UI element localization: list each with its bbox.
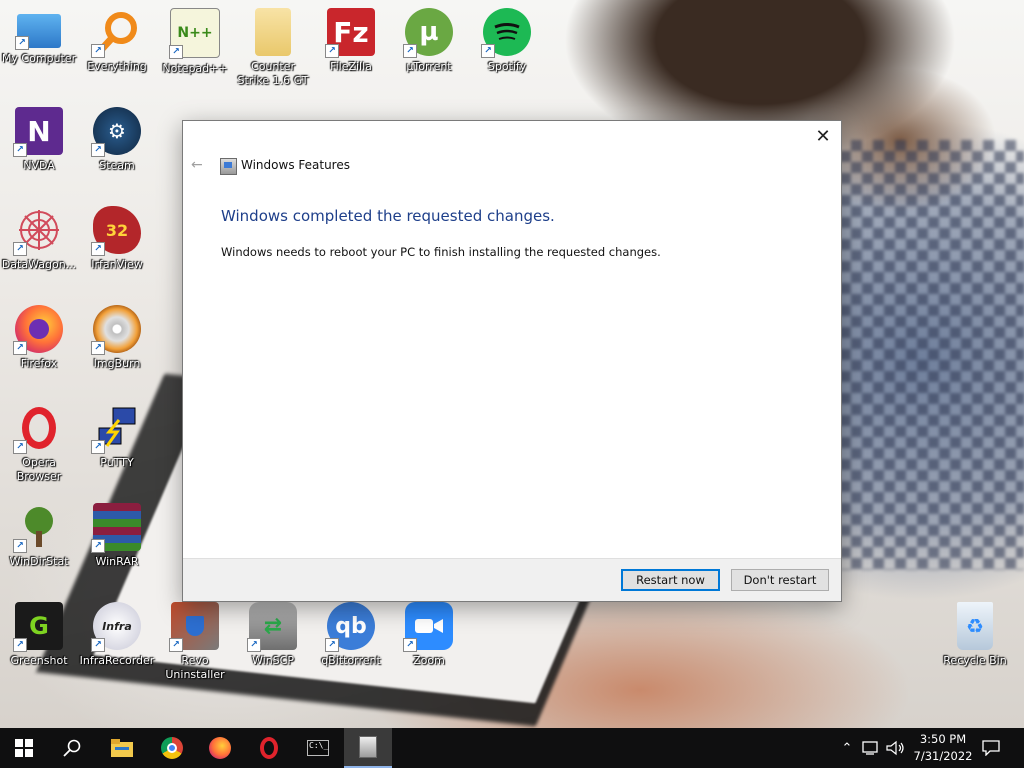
firefox-icon: [209, 737, 231, 759]
desktop-icon-everything[interactable]: ↗ Everything: [78, 8, 156, 74]
desktop-icon-windirstat[interactable]: ↗ WinDirStat: [0, 503, 78, 569]
volume-icon[interactable]: [886, 740, 906, 756]
restart-now-button[interactable]: Restart now: [621, 569, 720, 591]
network-icon[interactable]: [862, 740, 880, 756]
winrar-icon: ↗: [91, 503, 141, 553]
dialog-footer: Restart now Don't restart: [183, 558, 841, 601]
taskbar-windows-features[interactable]: [344, 728, 392, 768]
taskbar-chrome[interactable]: [148, 728, 196, 768]
qbittorrent-icon: qb ↗: [325, 602, 375, 652]
desktop-icon-recycle-bin[interactable]: ♻ Recycle Bin: [936, 602, 1014, 668]
utorrent-icon: µ ↗: [403, 8, 453, 58]
spotify-icon: ↗: [481, 8, 531, 58]
tree-icon: ↗: [13, 503, 63, 553]
desktop-icon-putty[interactable]: ↗ PuTTY: [78, 404, 156, 470]
desktop-icon-qbittorrent[interactable]: qb ↗ qBittorrent: [312, 602, 390, 668]
chrome-icon: [161, 737, 183, 759]
action-center-button[interactable]: [968, 728, 1014, 768]
desktop-icon-irfanview[interactable]: 32 ↗ IrfanView: [78, 206, 156, 272]
search-icon: [63, 739, 81, 757]
dialog-heading: Windows completed the requested changes.: [221, 207, 555, 225]
close-button[interactable]: ✕: [813, 127, 833, 147]
greenshot-icon: G ↗: [13, 602, 63, 652]
magnifier-icon: ↗: [91, 8, 141, 58]
notepad-icon: N++ ↗: [169, 8, 220, 59]
desktop-icon-firefox[interactable]: ↗ Firefox: [0, 305, 78, 371]
desktop-icon-infrarecorder[interactable]: Infra ↗ InfraRecorder: [78, 602, 156, 668]
desktop-icon-winscp[interactable]: ⇄ ↗ WinSCP: [234, 602, 312, 668]
taskbar-terminal[interactable]: C:\_: [294, 728, 342, 768]
irfanview-icon: 32 ↗: [91, 206, 141, 256]
windows-features-icon: [220, 158, 237, 175]
winscp-icon: ⇄ ↗: [247, 602, 297, 652]
zoom-icon: ↗: [403, 602, 453, 652]
steam-icon: ⚙ ↗: [91, 107, 141, 157]
desktop-icon-zoom[interactable]: ↗ Zoom: [390, 602, 468, 668]
desktop-icon-my-computer[interactable]: ↗ My Computer: [0, 8, 78, 66]
desktop-icon-revo-uninstaller[interactable]: ↗ Revo Uninstaller: [156, 602, 234, 682]
windows-features-dialog: ✕ ← Windows Features Windows completed t…: [182, 120, 842, 602]
desktop-icon-opera[interactable]: ↗ Opera Browser: [0, 404, 78, 484]
start-icon: [15, 739, 33, 757]
desktop-icon-steam[interactable]: ⚙ ↗ Steam: [78, 107, 156, 173]
desktop-icon-utorrent[interactable]: µ ↗ µTorrent: [390, 8, 468, 74]
folder-icon: [255, 8, 291, 56]
file-explorer-icon: [111, 739, 133, 757]
taskbar-file-explorer[interactable]: [98, 728, 146, 768]
computer-icon: ↗: [15, 14, 61, 50]
desktop-icon-notepad-plus-plus[interactable]: N++ ↗ Notepad++: [156, 8, 234, 76]
desktop-icon-counter-strike[interactable]: Counter Strike 1.6 GT: [234, 8, 312, 88]
wallpaper-shirt-pattern: [840, 140, 1024, 570]
chevron-up-icon[interactable]: ⌃: [838, 741, 856, 756]
desktop-icon-nvda[interactable]: N ↗ NVDA: [0, 107, 78, 173]
taskbar: C:\_ ⌃ 3:50 PM 7/31/2022: [0, 728, 1024, 768]
notification-icon: [982, 740, 1000, 756]
desktop-icon-winrar[interactable]: ↗ WinRAR: [78, 503, 156, 569]
opera-icon: [260, 737, 278, 759]
taskbar-opera[interactable]: [245, 728, 293, 768]
windows-features-icon: [359, 736, 377, 758]
dialog-title: Windows Features: [241, 158, 350, 172]
desktop-icon-greenshot[interactable]: G ↗ Greenshot: [0, 602, 78, 668]
dont-restart-button[interactable]: Don't restart: [731, 569, 829, 591]
back-arrow-icon[interactable]: ←: [191, 157, 203, 173]
system-tray: ⌃: [838, 728, 906, 768]
putty-icon: ↗: [91, 404, 141, 454]
desktop-icon-filezilla[interactable]: Fz ↗ FileZilla: [312, 8, 390, 74]
filezilla-icon: Fz ↗: [325, 8, 375, 58]
revo-icon: ↗: [169, 602, 219, 652]
taskbar-firefox[interactable]: [196, 728, 244, 768]
nvda-icon: N ↗: [13, 107, 63, 157]
start-button[interactable]: [0, 728, 48, 768]
disc-icon: ↗: [91, 305, 141, 355]
infrarecorder-icon: Infra ↗: [91, 602, 141, 652]
recycle-bin-icon: ♻: [957, 602, 993, 650]
mandala-icon: ↗: [13, 206, 63, 256]
desktop-icon-spotify[interactable]: ↗ Spotify: [468, 8, 546, 74]
desktop-icon-imgburn[interactable]: ↗ ImgBurn: [78, 305, 156, 371]
firefox-icon: ↗: [13, 305, 63, 355]
search-button[interactable]: [48, 728, 96, 768]
desktop-icon-datawagon[interactable]: ↗ DataWagon...: [0, 206, 78, 272]
terminal-icon: C:\_: [307, 740, 329, 756]
opera-icon: ↗: [13, 404, 63, 454]
dialog-message: Windows needs to reboot your PC to finis…: [221, 245, 661, 259]
